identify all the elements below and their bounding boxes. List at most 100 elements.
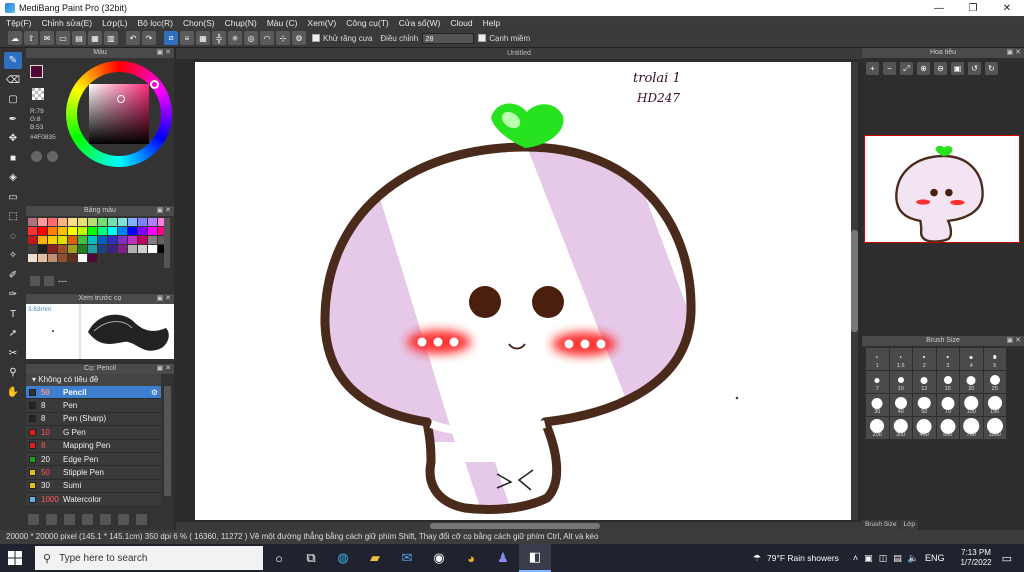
canvas-vertical-scrollbar[interactable] (851, 62, 858, 520)
brush-size-option[interactable]: 2 (913, 348, 936, 370)
panel-close-icon[interactable]: ▣ ✕ (1007, 336, 1021, 346)
horizontal-scroll-thumb[interactable] (430, 523, 600, 529)
palette-swatch[interactable] (108, 218, 117, 226)
move-tool-icon[interactable]: ✥ (4, 130, 22, 147)
menu-file[interactable]: Tệp(F) (6, 18, 32, 28)
palette-swatch[interactable] (78, 245, 87, 253)
palette-swatch[interactable] (108, 245, 117, 253)
snap-parallel-icon[interactable]: ≡ (180, 31, 194, 45)
medibang-taskbar-icon[interactable]: ◧ (519, 544, 551, 572)
palette-swatch[interactable] (88, 245, 97, 253)
panel-close-icon[interactable]: ▣ ✕ (157, 294, 171, 304)
palette-swatch[interactable] (148, 218, 157, 226)
fit-window-icon[interactable]: ⤢ (900, 62, 913, 75)
palette-swatch[interactable] (98, 227, 107, 235)
palette-scrollbar[interactable] (164, 218, 170, 268)
palette-swatch[interactable] (48, 245, 57, 253)
palette-swatch[interactable] (78, 236, 87, 244)
brush-tool-icon[interactable]: ✎ (4, 52, 22, 69)
divide-tool-icon[interactable]: ✂ (4, 345, 22, 362)
document-tab[interactable]: Untitled (176, 48, 862, 59)
foreground-color-swatch[interactable] (30, 65, 43, 78)
palette-swatch[interactable] (88, 227, 97, 235)
minimize-button[interactable]: — (922, 3, 956, 14)
snap-grid-icon[interactable]: ▦ (196, 31, 210, 45)
palette-swatch[interactable] (98, 236, 107, 244)
weather-text[interactable]: 79°F Rain showers (767, 553, 839, 563)
brush-row[interactable]: 30 Sumi (26, 479, 161, 494)
brush-import-icon[interactable] (46, 514, 57, 525)
maximize-button[interactable]: ❐ (956, 3, 990, 14)
fill-tool-icon[interactable]: ◈ (4, 169, 22, 186)
hue-marker[interactable] (150, 80, 159, 89)
windows-start-icon[interactable] (0, 551, 30, 565)
cortana-icon[interactable]: ○ (263, 544, 295, 572)
menu-cloud[interactable]: Cloud (450, 18, 472, 28)
palette-swatch[interactable] (128, 218, 137, 226)
palette-swatch[interactable] (138, 245, 147, 253)
brush-row[interactable]: 8 Mapping Pen (26, 439, 161, 453)
tray-chevron-icon[interactable]: ˄ (853, 553, 858, 563)
palette-swatch[interactable] (68, 218, 77, 226)
rotate-right-icon[interactable]: ↻ (985, 62, 998, 75)
palette-swatch[interactable] (38, 236, 47, 244)
snap-vanish-icon[interactable]: ⊹ (276, 31, 290, 45)
brush-folder-icon[interactable] (100, 514, 111, 525)
close-button[interactable]: ✕ (990, 3, 1024, 14)
tab-layer[interactable]: Lớp (900, 520, 918, 530)
select-eraser-icon[interactable]: ✑ (4, 286, 22, 303)
cloud-icon[interactable]: ☁ (8, 31, 22, 45)
brush-row[interactable]: 8 Pen (26, 399, 161, 413)
brush-size-option[interactable]: 15 (936, 371, 959, 393)
palette-swatch[interactable] (128, 236, 137, 244)
menu-edit[interactable]: Chỉnh sửa(E) (42, 18, 93, 28)
layout-icon[interactable]: ▥ (104, 31, 118, 45)
palette-swatch[interactable] (128, 245, 137, 253)
palette-swatch[interactable] (88, 236, 97, 244)
palette-swatch[interactable] (28, 218, 37, 226)
chrome-icon[interactable]: ◕ (455, 544, 487, 572)
menu-select[interactable]: Chọn(S) (183, 18, 215, 28)
dot-tool-icon[interactable]: ▢ (4, 91, 22, 108)
add-brush-icon[interactable] (28, 514, 39, 525)
brush-group-header[interactable]: ▾ Không có tiêu đề (26, 374, 161, 386)
palette-swatch[interactable] (38, 254, 47, 262)
menu-window[interactable]: Cửa sổ(W) (399, 18, 441, 28)
palette-swatch[interactable] (38, 227, 47, 235)
palette-swatch[interactable] (78, 254, 87, 262)
brush-size-option[interactable]: 50 (913, 394, 936, 416)
teams-icon[interactable]: ♟ (487, 544, 519, 572)
select-pen-icon[interactable]: ✐ (4, 267, 22, 284)
mail-icon[interactable]: ✉ (391, 544, 423, 572)
panel-close-icon[interactable]: ▣ ✕ (157, 206, 171, 216)
redo-icon[interactable]: ↷ (142, 31, 156, 45)
antialias-checkbox[interactable] (312, 34, 320, 42)
palette-swatch[interactable] (118, 218, 127, 226)
palette-swatch[interactable] (128, 227, 137, 235)
brush-size-option[interactable]: 700 (960, 417, 983, 439)
brush-row[interactable]: 8 Pen (Sharp) (26, 412, 161, 427)
palette-swatch[interactable] (68, 245, 77, 253)
brush-row[interactable]: 10 G Pen (26, 426, 161, 440)
brush-row[interactable]: 50 Pencil ⚙ (26, 386, 161, 400)
palette-swatch[interactable] (148, 227, 157, 235)
brush-size-option[interactable]: 3 (936, 348, 959, 370)
menu-color[interactable]: Màu (C) (267, 18, 298, 28)
brush-size-option[interactable]: 100 (960, 394, 983, 416)
volume-icon[interactable]: 🔈 (908, 553, 919, 564)
color-mode-icon[interactable] (31, 151, 42, 162)
rectangle-tool-icon[interactable]: ■ (4, 150, 22, 167)
network-icon[interactable]: ▤ (893, 553, 902, 564)
snap-circle-icon[interactable]: ◎ (244, 31, 258, 45)
zoom-reset-icon[interactable]: ⊖ (934, 62, 947, 75)
chat-icon[interactable]: ▭ (56, 31, 70, 45)
undo-icon[interactable]: ↶ (126, 31, 140, 45)
camera-icon[interactable]: ◉ (423, 544, 455, 572)
brush-size-option[interactable]: 4 (960, 348, 983, 370)
soft-edge-checkbox[interactable] (478, 34, 487, 42)
eraser-tool-icon[interactable]: ⌫ (4, 72, 22, 89)
palette-swatch[interactable] (138, 218, 147, 226)
text-tool-icon[interactable]: T (4, 306, 22, 323)
brush-size-option[interactable]: 1000 (983, 417, 1006, 439)
palette-swatch[interactable] (88, 218, 97, 226)
